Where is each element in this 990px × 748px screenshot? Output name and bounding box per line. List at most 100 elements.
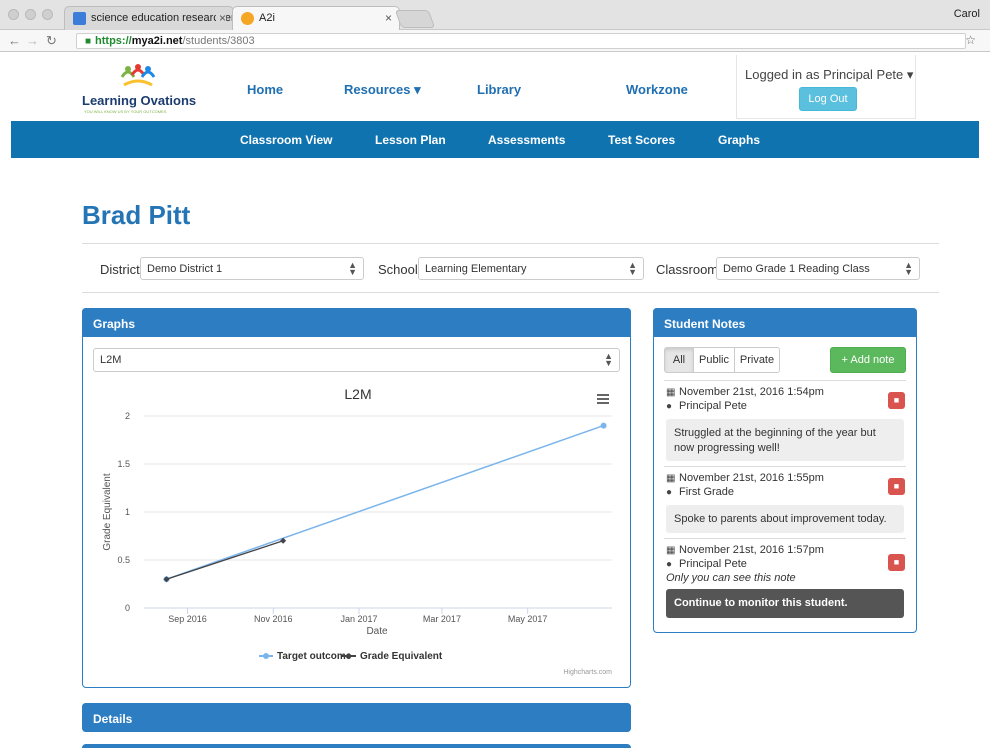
filter-public-button[interactable]: Public bbox=[693, 347, 735, 373]
tab-title: science education researchers bbox=[91, 12, 234, 24]
y-tick-label: 1.5 bbox=[117, 459, 130, 469]
browser-profile-name[interactable]: Carol bbox=[954, 8, 980, 20]
legend-target-outcome[interactable]: Target outcome bbox=[259, 651, 352, 662]
calendar-icon: ▦ bbox=[666, 387, 676, 398]
filter-all-button[interactable]: All bbox=[664, 347, 694, 373]
note-author: ● First Grade bbox=[666, 486, 734, 498]
private-note-hint: Only you can see this note bbox=[666, 572, 796, 584]
calendar-icon: ▦ bbox=[666, 545, 676, 556]
browser-address-bar: ← → ↻ ■ https://mya2i.net/students/3803 ☆ bbox=[0, 30, 990, 52]
chart-gridlines bbox=[144, 415, 612, 609]
delete-note-trash-icon[interactable]: ■ bbox=[888, 478, 905, 495]
y-tick-label: 0 bbox=[125, 603, 130, 613]
site-header: Learning Ovations YOU WILL KNOW US BY YO… bbox=[0, 53, 990, 121]
notes-panel-title: Student Notes bbox=[653, 308, 917, 337]
y-tick-label: 2 bbox=[125, 411, 130, 421]
note-author-text: Principal Pete bbox=[679, 400, 747, 412]
site-favicon-icon bbox=[73, 12, 86, 25]
filter-private-button[interactable]: Private bbox=[734, 347, 780, 373]
select-arrows-icon: ▲ ▼ bbox=[348, 260, 357, 277]
school-select[interactable]: Learning Elementary ▲ ▼ bbox=[418, 257, 644, 280]
chart-legend: Target outcome Grade Equivalent bbox=[259, 651, 443, 662]
select-arrows-icon: ▲ ▼ bbox=[628, 260, 637, 277]
graph-type-select[interactable]: L2M ▲ ▼ bbox=[93, 348, 620, 372]
tab-close-icon[interactable]: × bbox=[385, 11, 392, 25]
browser-tab-bar: science education researchers × A2i × Ca… bbox=[0, 0, 990, 30]
note-date-text: November 21st, 2016 1:54pm bbox=[679, 386, 824, 398]
note-date: ▦ November 21st, 2016 1:57pm bbox=[666, 544, 824, 556]
y-axis-title: Grade Equivalent bbox=[102, 473, 113, 550]
school-value: Learning Elementary bbox=[425, 263, 527, 275]
district-select[interactable]: Demo District 1 ▲ ▼ bbox=[140, 257, 364, 280]
reload-icon[interactable]: ↻ bbox=[46, 33, 57, 49]
bookmark-star-icon[interactable]: ☆ bbox=[965, 33, 982, 47]
note-body: Struggled at the beginning of the year b… bbox=[666, 419, 904, 461]
url-host: mya2i.net bbox=[131, 35, 183, 47]
classroom-label: Classroom bbox=[656, 262, 719, 277]
note-date-text: November 21st, 2016 1:55pm bbox=[679, 472, 824, 484]
student-name-title: Brad Pitt bbox=[82, 200, 191, 230]
url-field[interactable]: ■ https://mya2i.net/students/3803 bbox=[76, 33, 966, 49]
chart-series bbox=[163, 422, 607, 583]
add-note-button[interactable]: + Add note bbox=[830, 347, 906, 373]
subnav-lesson-plan[interactable]: Lesson Plan bbox=[375, 133, 446, 147]
url-path: /students/3803 bbox=[182, 35, 255, 47]
calendar-icon: ▦ bbox=[666, 473, 676, 484]
logo-people-icon bbox=[120, 64, 156, 87]
next-panel-edge bbox=[82, 744, 631, 748]
browser-tab-science[interactable]: science education researchers × bbox=[64, 6, 234, 30]
window-close-dot[interactable] bbox=[8, 9, 19, 20]
chart-title: L2M bbox=[344, 386, 371, 402]
y-axis-ticks: 0 0.5 1 1.5 2 bbox=[117, 411, 130, 613]
note-date: ▦ November 21st, 2016 1:55pm bbox=[666, 472, 824, 484]
subnav-graphs[interactable]: Graphs bbox=[718, 133, 760, 147]
user-icon: ● bbox=[666, 487, 673, 498]
district-label: District bbox=[100, 262, 140, 277]
legend-grade-equivalent[interactable]: Grade Equivalent bbox=[342, 651, 443, 662]
divider bbox=[82, 243, 939, 244]
logged-in-user-dropdown[interactable]: Logged in as Principal Pete ▾ bbox=[745, 67, 913, 83]
delete-note-trash-icon[interactable]: ■ bbox=[888, 392, 905, 409]
forward-arrow-icon[interactable]: → bbox=[26, 33, 39, 48]
nav-library[interactable]: Library bbox=[477, 82, 521, 97]
x-tick-label: Nov 2016 bbox=[254, 614, 293, 624]
back-arrow-icon[interactable]: ← bbox=[8, 33, 21, 48]
y-tick-label: 0.5 bbox=[117, 555, 130, 565]
series-point bbox=[600, 422, 607, 429]
select-arrows-icon: ▲ ▼ bbox=[604, 351, 613, 368]
highcharts-credit[interactable]: Highcharts.com bbox=[563, 669, 612, 676]
x-axis-title: Date bbox=[366, 626, 388, 637]
details-panel[interactable]: Details bbox=[82, 703, 631, 732]
subnav-test-scores[interactable]: Test Scores bbox=[608, 133, 675, 147]
new-tab-button[interactable] bbox=[394, 10, 436, 28]
logo-name: Learning Ovations bbox=[82, 93, 197, 108]
subnav-classroom-view[interactable]: Classroom View bbox=[240, 133, 332, 147]
note-body: Spoke to parents about improvement today… bbox=[666, 505, 904, 533]
series-line-target-outcome bbox=[166, 424, 604, 580]
classroom-select[interactable]: Demo Grade 1 Reading Class ▲ ▼ bbox=[716, 257, 920, 280]
graphs-panel-title: Graphs bbox=[82, 308, 631, 337]
note-author: ● Principal Pete bbox=[666, 400, 747, 412]
chart-menu-icon[interactable] bbox=[597, 394, 609, 404]
secure-lock-icon: ■ bbox=[85, 36, 92, 47]
subnav-assessments[interactable]: Assessments bbox=[488, 133, 565, 147]
log-out-button[interactable]: Log Out bbox=[799, 87, 857, 111]
delete-note-trash-icon[interactable]: ■ bbox=[888, 554, 905, 571]
nav-workzone[interactable]: Workzone bbox=[626, 82, 688, 97]
tab-title: A2i bbox=[259, 12, 275, 24]
logo-tagline: YOU WILL KNOW US BY YOUR OUTCOMES bbox=[84, 109, 167, 114]
x-tick-label: May 2017 bbox=[508, 614, 548, 624]
note-author-text: First Grade bbox=[679, 486, 735, 498]
browser-tab-a2i[interactable]: A2i × bbox=[232, 6, 400, 30]
site-logo[interactable]: Learning Ovations YOU WILL KNOW US BY YO… bbox=[82, 63, 202, 115]
tab-close-icon[interactable]: × bbox=[215, 11, 226, 25]
window-zoom-dot[interactable] bbox=[42, 9, 53, 20]
window-minimize-dot[interactable] bbox=[25, 9, 36, 20]
x-tick-label: Sep 2016 bbox=[168, 614, 207, 624]
nav-resources[interactable]: Resources ▾ bbox=[344, 82, 421, 98]
nav-home[interactable]: Home bbox=[247, 82, 283, 97]
note-divider bbox=[664, 466, 906, 467]
district-value: Demo District 1 bbox=[147, 263, 223, 275]
select-arrows-icon: ▲ ▼ bbox=[904, 260, 913, 277]
legend-label: Target outcome bbox=[277, 651, 352, 662]
